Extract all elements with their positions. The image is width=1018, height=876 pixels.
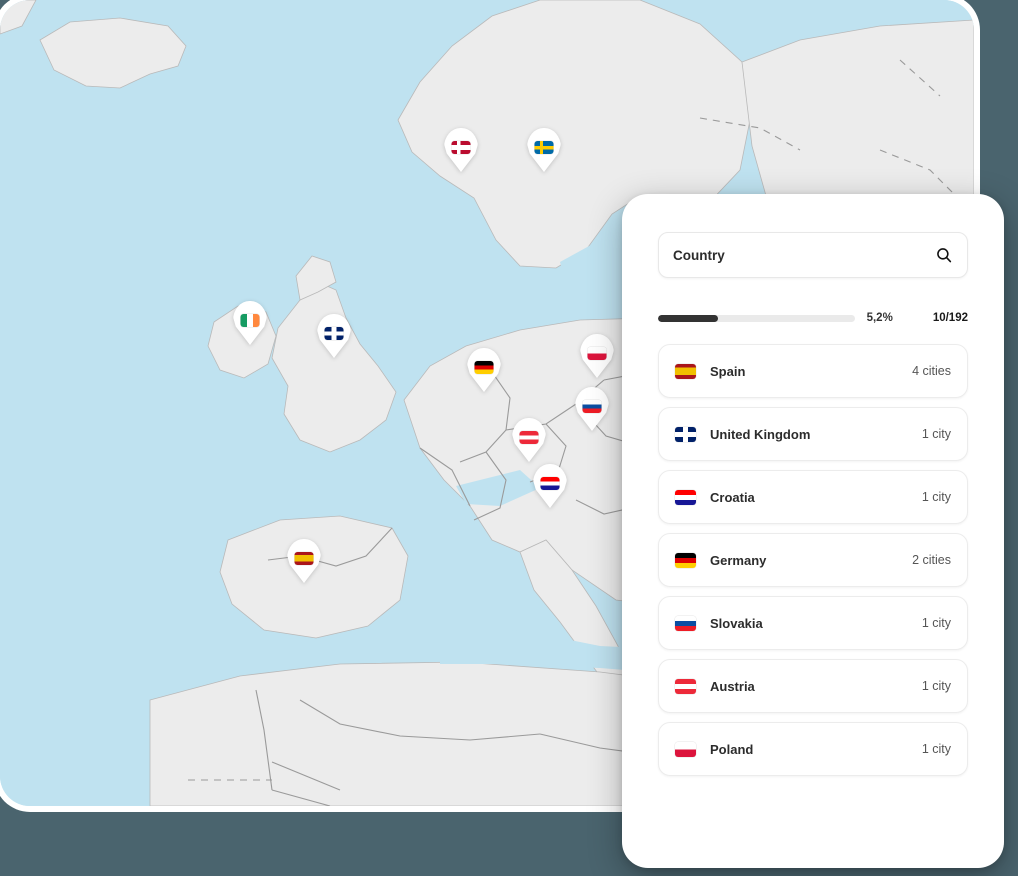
country-name: Croatia [710, 489, 755, 505]
flag-icon-es [294, 552, 314, 565]
country-row[interactable]: Germany 2 cities [658, 533, 968, 587]
flag-icon-de [675, 552, 696, 568]
country-row[interactable]: United Kingdom 1 city [658, 407, 968, 461]
progress-percent: 5,2% [866, 312, 893, 324]
flag-icon-sk [675, 615, 696, 631]
map-pin-de[interactable] [467, 348, 501, 392]
country-city-count: 1 city [921, 490, 951, 504]
map-pin-ie[interactable] [233, 301, 267, 345]
flag-icon-ie [240, 314, 260, 327]
flag-icon-no [451, 141, 471, 154]
search-icon[interactable] [935, 246, 953, 264]
country-city-count: 4 cities [912, 364, 951, 378]
map-pin-at[interactable] [512, 418, 546, 462]
map-pin-hr[interactable] [533, 464, 567, 508]
country-row[interactable]: Austria 1 city [658, 659, 968, 713]
country-name: Austria [710, 678, 755, 694]
country-list: Spain 4 cities United Kingdom 1 city Croatia… [658, 344, 968, 776]
flag-icon-hr [675, 489, 696, 505]
flag-icon-gb [675, 426, 696, 442]
country-city-count: 1 city [921, 427, 951, 441]
flag-icon-at [519, 431, 539, 444]
progress-ratio: 10/192 [932, 312, 968, 324]
country-name: Spain [710, 363, 746, 379]
progress-fill [658, 314, 718, 322]
country-name: Slovakia [710, 615, 763, 631]
flag-icon-se [534, 141, 554, 154]
map-pin-se[interactable] [527, 128, 561, 172]
flag-icon-sk [582, 400, 602, 413]
flag-icon-pl [675, 741, 696, 757]
country-city-count: 1 city [921, 742, 951, 756]
flag-icon-pl [587, 347, 607, 360]
country-name: Germany [710, 552, 767, 568]
flag-icon-hr [540, 477, 560, 490]
map-pin-es[interactable] [287, 539, 321, 583]
country-city-count: 1 city [921, 679, 951, 693]
flag-icon-gb [324, 327, 344, 340]
country-city-count: 1 city [921, 616, 951, 630]
progress-row: 5,2% 10/192 [658, 312, 968, 324]
map-pin-sk[interactable] [575, 387, 609, 431]
country-row[interactable]: Poland 1 city [658, 722, 968, 776]
flag-icon-de [474, 361, 494, 374]
country-list-panel: 5,2% 10/192 Spain 4 cities United Kingdom 1… [622, 194, 1004, 868]
country-row[interactable]: Slovakia 1 city [658, 596, 968, 650]
country-row[interactable]: Croatia 1 city [658, 470, 968, 524]
flag-icon-at [675, 678, 696, 694]
country-city-count: 2 cities [912, 553, 951, 567]
progress-track [658, 314, 855, 322]
country-name: Poland [710, 741, 754, 757]
map-pin-gb[interactable] [317, 314, 351, 358]
search-box[interactable] [658, 232, 968, 278]
country-row[interactable]: Spain 4 cities [658, 344, 968, 398]
flag-icon-es [675, 363, 696, 379]
country-name: United Kingdom [710, 426, 811, 442]
map-pin-no[interactable] [444, 128, 478, 172]
search-input[interactable] [673, 247, 935, 263]
map-pin-pl[interactable] [580, 334, 614, 378]
